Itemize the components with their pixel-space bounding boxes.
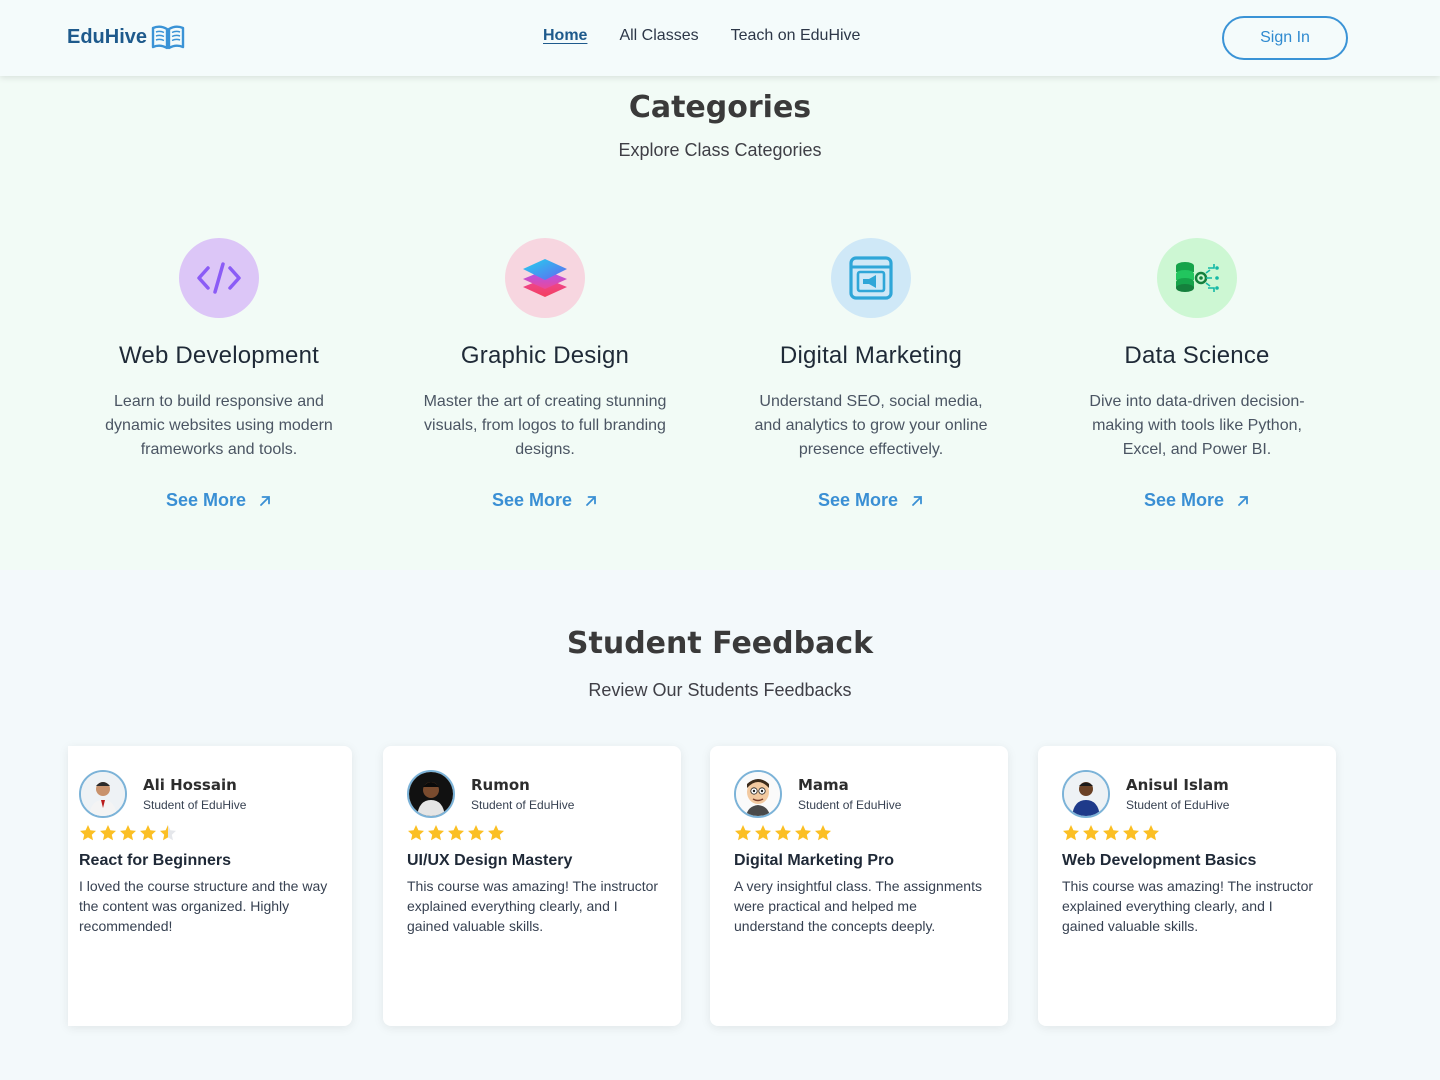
star-icon <box>1123 825 1139 841</box>
star-icon <box>160 825 176 841</box>
rating-stars <box>407 824 657 842</box>
course-name: Web Development Basics <box>1062 852 1257 869</box>
megaphone-icon <box>831 238 911 318</box>
avatar <box>79 770 127 818</box>
star-icon <box>428 825 444 841</box>
rating-stars <box>1062 824 1312 842</box>
feedback-subtitle: Review Our Students Feedbacks <box>588 680 852 700</box>
category-description: Learn to build responsive and dynamic we… <box>105 393 333 458</box>
course-name: UI/UX Design Mastery <box>407 852 573 869</box>
code-icon <box>179 238 259 318</box>
feedback-card[interactable]: Mama Student of EduHive Digital Marketin… <box>710 746 1008 1026</box>
avatar <box>407 770 455 818</box>
star-icon <box>140 825 156 841</box>
category-description: Understand SEO, social media, and analyt… <box>754 393 988 458</box>
star-icon <box>408 825 424 841</box>
star-icon <box>468 825 484 841</box>
category-name: Digital Marketing <box>779 342 963 369</box>
category-card-graphic-design: Graphic Design Master the art of creatin… <box>395 238 695 511</box>
feedback-text: I loved the course structure and the way… <box>79 878 328 934</box>
star-icon <box>1063 825 1079 841</box>
category-name: Graphic Design <box>460 342 630 369</box>
avatar <box>734 770 782 818</box>
logo-text: EduHive <box>67 25 148 48</box>
feedback-card[interactable]: Ali Hossain Student of EduHive React for… <box>68 746 352 1026</box>
star-icon <box>448 825 464 841</box>
star-icon <box>735 825 751 841</box>
see-more-link[interactable]: See More <box>1144 490 1250 511</box>
feedback-card[interactable]: Rumon Student of EduHive UI/UX Design Ma… <box>383 746 681 1026</box>
database-icon <box>1157 238 1237 318</box>
course-name: Digital Marketing Pro <box>734 852 895 869</box>
categories-title: Categories <box>628 90 812 125</box>
student-name: Ali Hossain <box>143 776 237 794</box>
category-name: Web Development <box>119 342 319 369</box>
feedback-text: This course was amazing! The instructor … <box>407 878 659 934</box>
sign-in-button[interactable]: Sign In <box>1222 16 1348 60</box>
open-book-icon <box>151 24 185 50</box>
see-more-label: See More <box>491 490 573 510</box>
feedback-text: A very insightful class. The assignments… <box>734 878 982 934</box>
star-icon <box>1143 825 1159 841</box>
arrow-up-right-icon <box>912 495 922 506</box>
navbar: EduHive Home All Classes Teach on EduHiv… <box>0 0 1440 76</box>
layers-icon <box>505 238 585 318</box>
star-icon <box>1103 825 1119 841</box>
student-role: Student of EduHive <box>798 798 902 812</box>
arrow-up-right-icon <box>1238 495 1248 506</box>
main-nav: Home All Classes Teach on EduHive <box>543 27 860 45</box>
student-role: Student of EduHive <box>143 798 247 812</box>
rating-stars <box>734 824 984 842</box>
categories-subtitle: Explore Class Categories <box>618 140 822 160</box>
category-card-web-development: Web Development Learn to build responsiv… <box>69 238 369 511</box>
student-role: Student of EduHive <box>1126 798 1230 812</box>
nav-home-link[interactable]: Home <box>543 27 587 45</box>
avatar <box>1062 770 1110 818</box>
category-description: Master the art of creating stunning visu… <box>423 393 667 458</box>
feedback-text: This course was amazing! The instructor … <box>1062 878 1314 934</box>
see-more-label: See More <box>1143 490 1225 510</box>
feedback-section: Student Feedback Review Our Students Fee… <box>0 570 1440 1080</box>
star-icon <box>795 825 811 841</box>
nav-teach-link[interactable]: Teach on EduHive <box>731 27 861 45</box>
star-icon <box>100 825 116 841</box>
nav-all-classes-link[interactable]: All Classes <box>619 27 698 45</box>
star-icon <box>120 825 136 841</box>
see-more-label: See More <box>165 490 247 510</box>
star-icon <box>488 825 504 841</box>
arrow-up-right-icon <box>586 495 596 506</box>
student-name: Anisul Islam <box>1126 776 1229 794</box>
see-more-label: See More <box>817 490 899 510</box>
course-name: React for Beginners <box>79 852 232 869</box>
category-card-data-science: Data Science Dive into data-driven decis… <box>1047 238 1347 511</box>
star-icon <box>755 825 771 841</box>
star-icon <box>775 825 791 841</box>
feedback-card[interactable]: Anisul Islam Student of EduHive Web Deve… <box>1038 746 1336 1026</box>
feedback-title: Student Feedback <box>566 626 874 661</box>
category-name: Data Science <box>1124 342 1270 369</box>
see-more-link[interactable]: See More <box>492 490 598 511</box>
rating-stars <box>79 824 328 842</box>
star-icon <box>80 825 96 841</box>
see-more-link[interactable]: See More <box>818 490 924 511</box>
see-more-link[interactable]: See More <box>166 490 272 511</box>
student-role: Student of EduHive <box>471 798 575 812</box>
star-icon <box>815 825 831 841</box>
category-card-digital-marketing: Digital Marketing Understand SEO, social… <box>721 238 1021 511</box>
category-description: Dive into data-driven decision-making wi… <box>1089 393 1305 458</box>
star-icon <box>1083 825 1099 841</box>
arrow-up-right-icon <box>260 495 270 506</box>
categories-section: Categories Explore Class Categories Web … <box>0 76 1440 570</box>
student-name: Rumon <box>471 776 530 794</box>
logo[interactable]: EduHive <box>67 24 185 50</box>
student-name: Mama <box>798 776 849 794</box>
